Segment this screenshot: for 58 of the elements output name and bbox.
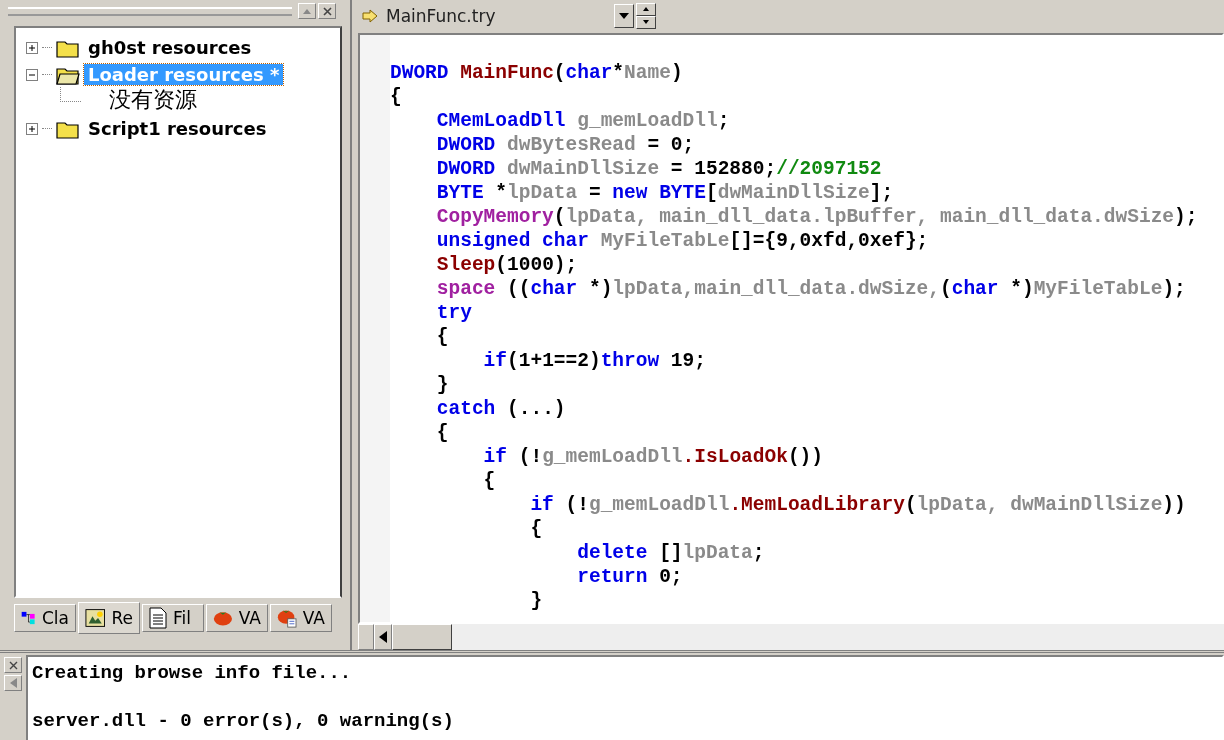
tree-item[interactable]: 没有资源 <box>109 85 197 115</box>
spin-up-button[interactable] <box>636 2 656 16</box>
code-line: if (!g_memLoadDll.MemLoadLibrary(lpData, dwMainDllSize)) <box>529 493 1187 517</box>
expand-toggle[interactable] <box>26 122 38 135</box>
panel-tab[interactable]: Re <box>78 602 140 634</box>
function-combo[interactable]: MainFunc.try <box>358 1 612 30</box>
output-line: server.dll - 0 error(s), 0 warning(s) <box>32 709 455 733</box>
image-icon <box>85 608 106 628</box>
collapse-button[interactable] <box>4 675 22 691</box>
panel-tab[interactable]: Fil <box>142 604 204 632</box>
caret-up-icon <box>643 7 649 11</box>
triangle-up-icon <box>302 7 312 15</box>
panel-tab[interactable]: Cla <box>14 604 76 632</box>
document-icon <box>149 607 167 629</box>
close-button[interactable] <box>4 657 22 673</box>
close-icon <box>322 6 332 16</box>
code-line: space ((char *)lpData,main_dll_data.dwSize,(char *)MyFileTabLe); <box>435 277 1187 301</box>
maximize-button[interactable] <box>298 3 316 19</box>
close-icon <box>8 660 18 670</box>
tree-item[interactable]: gh0st resources <box>84 37 256 58</box>
code-line: Sleep(1000); <box>435 253 579 277</box>
code-line: if (!g_memLoadDll.IsLoadOk()) <box>482 445 824 469</box>
code-line: return 0; <box>576 565 684 589</box>
code-line: } <box>529 589 544 613</box>
code-line: catch (...) <box>435 397 567 421</box>
code-line: { <box>435 325 450 349</box>
caret-down-icon <box>643 20 649 24</box>
code-line: DWORD dwMainDllSize = 152880;//2097152 <box>435 157 883 181</box>
expand-toggle[interactable] <box>26 68 38 81</box>
expand-toggle[interactable] <box>26 41 38 54</box>
code-line: { <box>529 517 544 541</box>
output-line: Creating browse info file... <box>32 661 353 685</box>
triangle-left-icon <box>379 631 387 643</box>
scrollbar-thumb[interactable] <box>392 624 452 650</box>
close-button[interactable] <box>318 3 336 19</box>
code-line: { <box>435 421 450 445</box>
triangle-left-icon <box>9 678 17 688</box>
code-line: unsigned char MyFileTabLe[]={9,0xfd,0xef}; <box>435 229 930 253</box>
code-line: CopyMemory(lpData, main_dll_data.lpBuffer, main_dll_data.dwSize); <box>435 205 1199 229</box>
arrow-icon <box>362 8 378 23</box>
code-line: } <box>435 373 450 397</box>
code-line: delete []lpData; <box>576 541 766 565</box>
scroll-left-button[interactable] <box>374 624 392 650</box>
code-line: CMemLoadDll g_memLoadDll; <box>435 109 731 133</box>
panel-tab[interactable]: VA <box>270 604 332 632</box>
gripper[interactable] <box>8 6 292 16</box>
code-line: if(1+1==2)throw 19; <box>482 349 707 373</box>
split-box[interactable] <box>358 624 374 650</box>
code-line: { <box>390 85 403 109</box>
panel-tab[interactable]: VA <box>206 604 268 632</box>
dropdown-button[interactable] <box>614 3 634 28</box>
code-line: try <box>435 301 473 325</box>
caret-down-icon <box>619 12 629 19</box>
code-line: DWORD MainFunc(char*Name) <box>390 61 684 85</box>
code-line: BYTE *lpData = new BYTE[dwMainDllSize]; <box>435 181 895 205</box>
tree-item[interactable]: Script1 resources <box>84 118 271 139</box>
code-line: DWORD dwBytesRead = 0; <box>435 133 696 157</box>
code-line: { <box>482 469 497 493</box>
